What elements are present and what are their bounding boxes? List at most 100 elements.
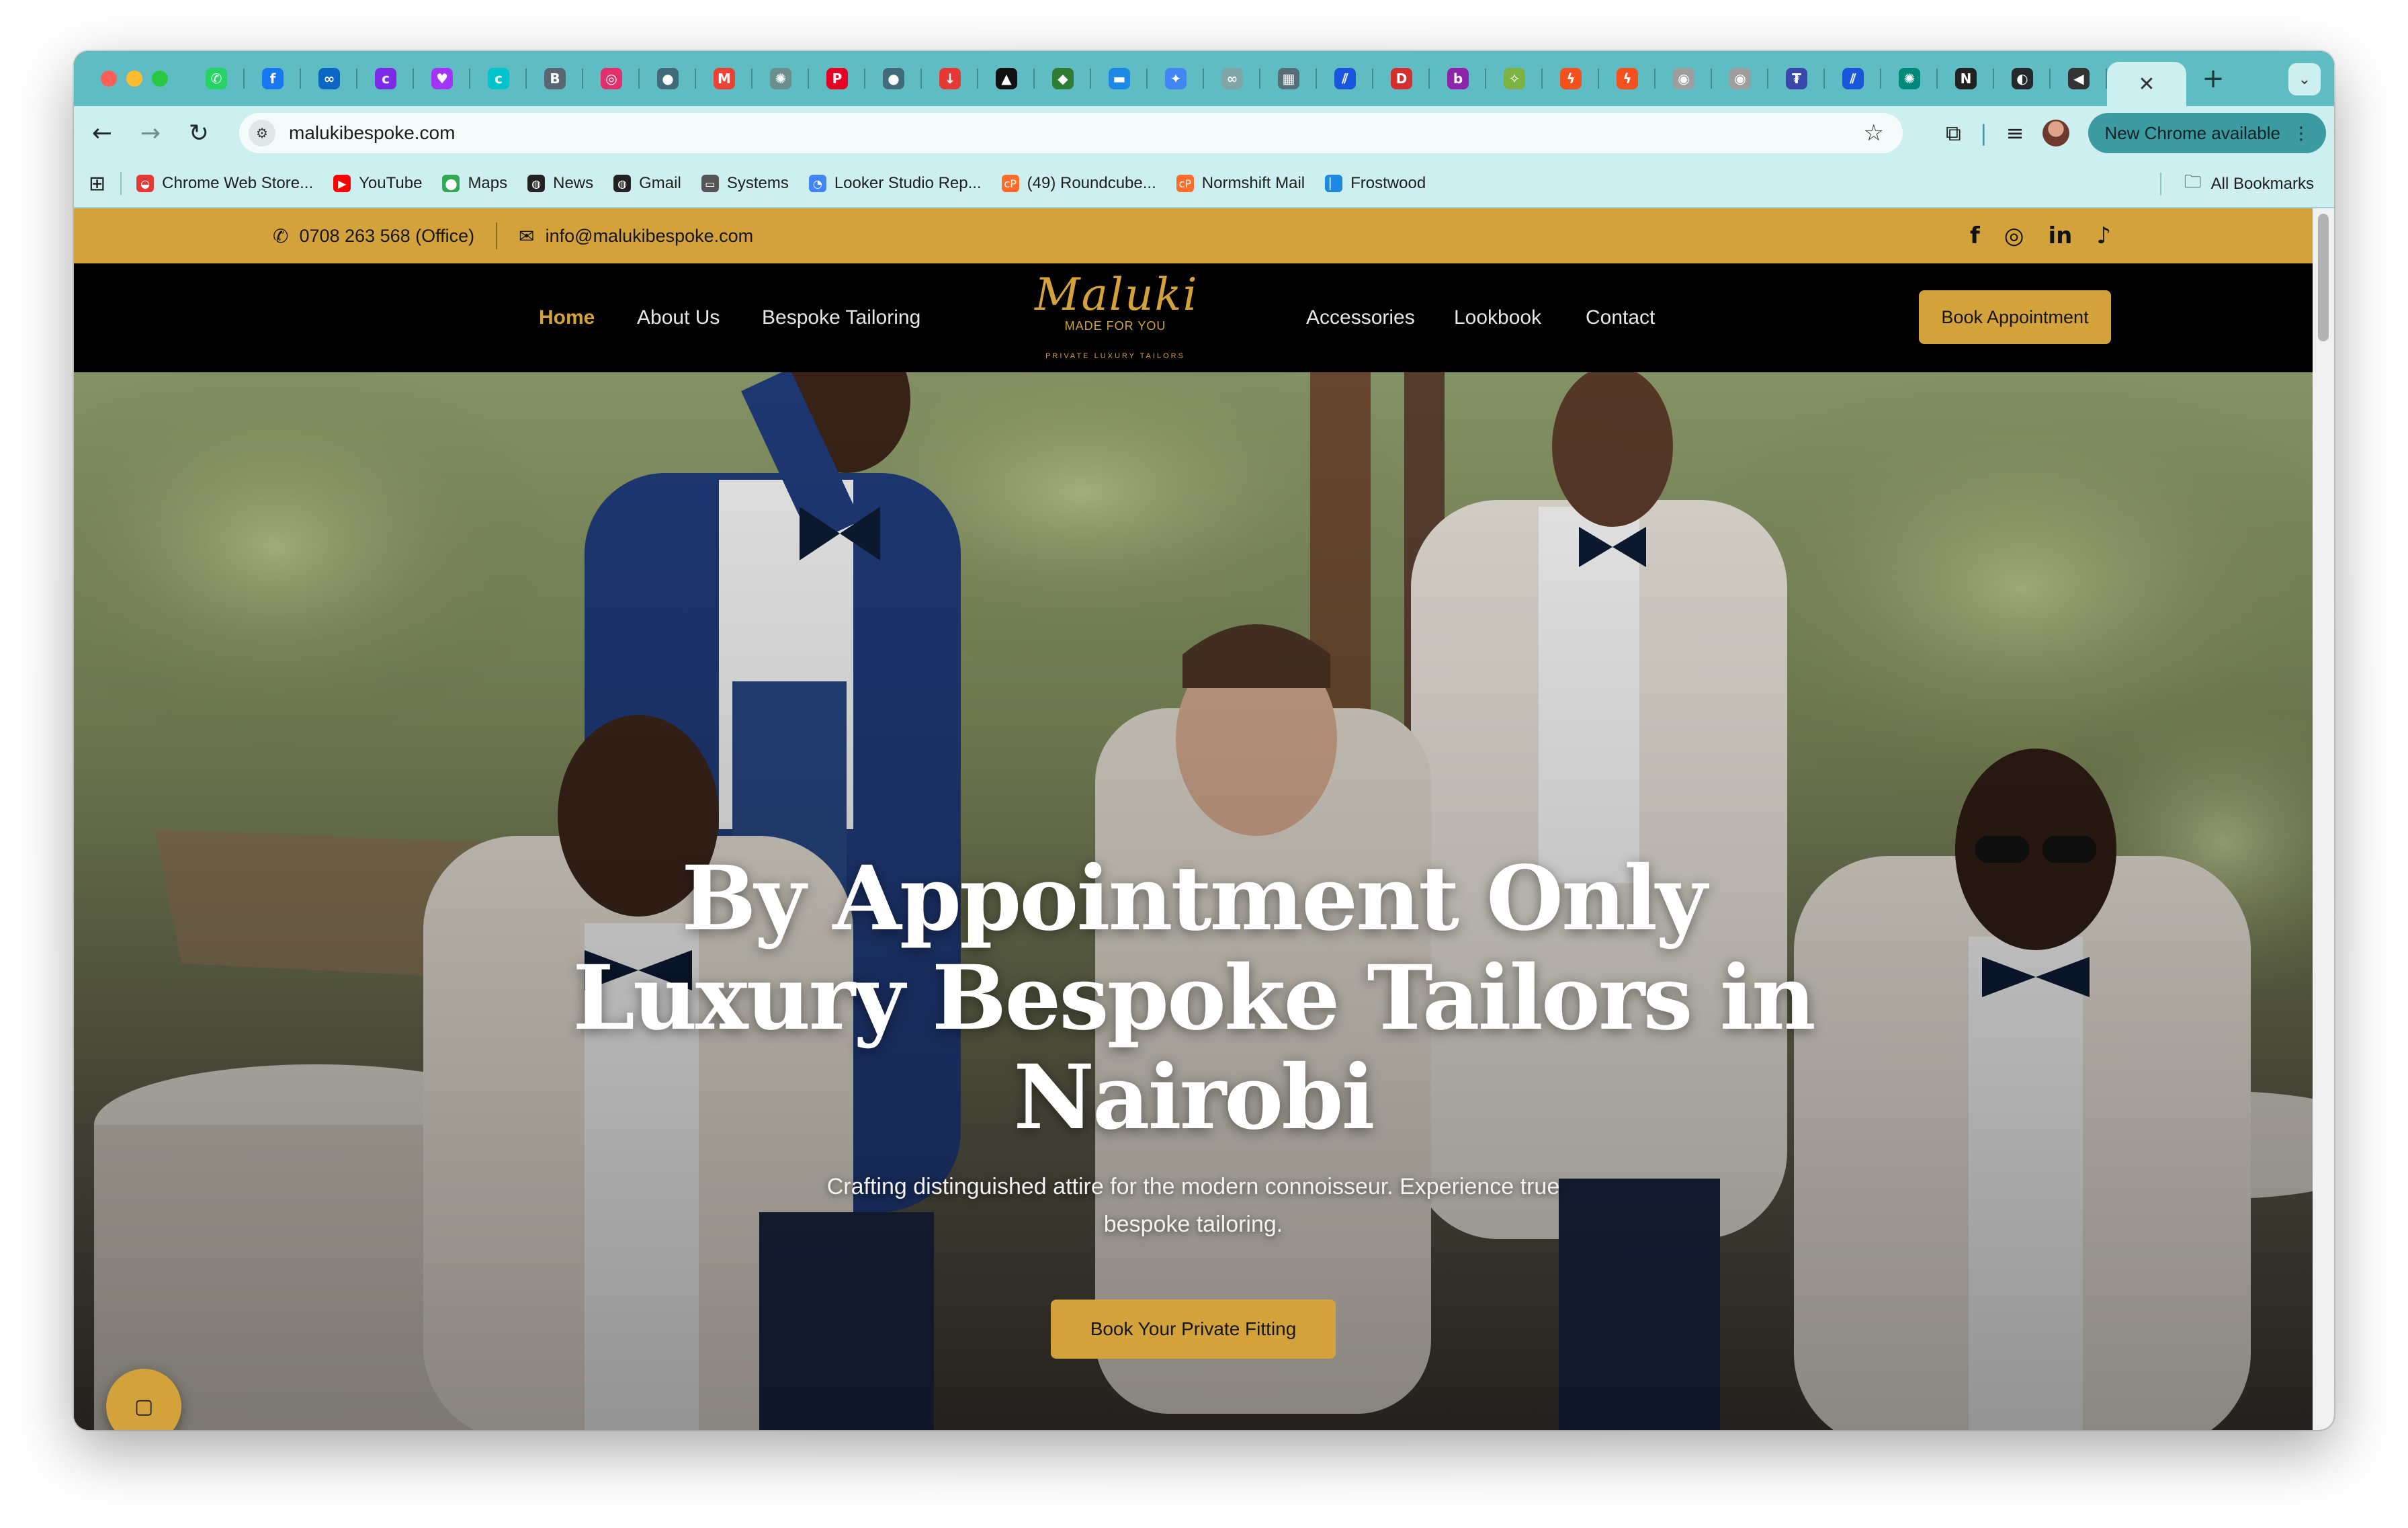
- browser-tab[interactable]: b: [1430, 51, 1486, 106]
- linkedin-icon[interactable]: in: [2048, 222, 2072, 249]
- browser-tab[interactable]: ϟ: [1543, 51, 1599, 106]
- bookmark-item[interactable]: ◒ Chrome Web Store...: [136, 174, 313, 193]
- close-window-button[interactable]: [101, 71, 117, 87]
- extensions-icon[interactable]: ⧉: [1946, 120, 1961, 146]
- maximize-window-button[interactable]: [152, 71, 168, 87]
- browser-tab[interactable]: ◐: [1994, 51, 2051, 106]
- nav-home[interactable]: Home: [539, 263, 595, 372]
- browser-tab[interactable]: N: [1938, 51, 1994, 106]
- back-button[interactable]: ←: [78, 120, 126, 147]
- all-bookmarks-button[interactable]: 🗀 All Bookmarks: [2159, 160, 2314, 208]
- phone-number[interactable]: 0708 263 568 (Office): [299, 226, 474, 247]
- instagram-icon[interactable]: ◎: [2004, 222, 2024, 249]
- tether-icon: ₮: [1786, 68, 1807, 89]
- toolbar-actions: ⧉ | ≡ New Chrome available ⋮: [1946, 113, 2326, 153]
- bookmark-item[interactable]: ◍ Gmail: [613, 174, 681, 193]
- browser-tab[interactable]: ₮: [1768, 51, 1825, 106]
- browser-tab[interactable]: f: [245, 51, 301, 106]
- email-address[interactable]: info@malukibespoke.com: [546, 226, 754, 247]
- apps-grid-icon[interactable]: ⊞: [89, 172, 105, 196]
- browser-tab[interactable]: ◉: [1656, 51, 1712, 106]
- browser-window: ✆ f ∞ c ♥ c B ◎ ● M ✺ P ● ↓ ▲ ◆ ▬ ✦ ∞ ▦ ⫽ Db ✧ ϟ ϟ ◉ ◉ ₮ ⫽ ✺ N ◐ ◀ ✕ + ⌄…: [74, 51, 2334, 1430]
- browser-tab[interactable]: M: [696, 51, 752, 106]
- nav-about-us[interactable]: About Us: [637, 263, 720, 372]
- chrome-update-button[interactable]: New Chrome available ⋮: [2088, 113, 2326, 153]
- browser-tab[interactable]: ◉: [1712, 51, 1768, 106]
- flag-icon: ▬: [1109, 68, 1130, 89]
- close-tab-icon[interactable]: ✕: [2138, 73, 2155, 96]
- browser-tab[interactable]: ▬: [1091, 51, 1148, 106]
- bookmark-item[interactable]: ⬤ Maps: [442, 174, 507, 193]
- bookmark-label: YouTube: [359, 174, 423, 192]
- bookmark-item[interactable]: ◍ News: [527, 174, 593, 193]
- browser-tab[interactable]: ⫽: [1317, 51, 1373, 106]
- window-controls: [101, 71, 168, 87]
- browser-tab[interactable]: ✧: [1486, 51, 1543, 106]
- bookmark-item[interactable]: ▶ YouTube: [333, 174, 422, 193]
- browser-tab[interactable]: c: [470, 51, 527, 106]
- reload-button[interactable]: ↻: [175, 120, 223, 147]
- browser-tab[interactable]: ϟ: [1599, 51, 1656, 106]
- browser-tab[interactable]: c: [357, 51, 414, 106]
- tab-search-button[interactable]: ⌄: [2288, 63, 2321, 95]
- browser-tab[interactable]: ↓: [922, 51, 978, 106]
- browser-tab[interactable]: ✆: [188, 51, 245, 106]
- nav-lookbook[interactable]: Lookbook: [1454, 263, 1541, 372]
- forward-button[interactable]: →: [126, 120, 175, 147]
- email-contact[interactable]: ✉ info@malukibespoke.com: [519, 225, 753, 247]
- tiktok-icon[interactable]: ♪: [2096, 222, 2111, 249]
- browser-tab[interactable]: ⫽: [1825, 51, 1881, 106]
- address-bar[interactable]: ⚙ malukibespoke.com ☆: [239, 113, 1903, 153]
- browser-tab[interactable]: ✺: [752, 51, 809, 106]
- book-fitting-button[interactable]: Book Your Private Fitting: [1051, 1300, 1336, 1359]
- browser-tab[interactable]: ✦: [1148, 51, 1204, 106]
- browser-tab[interactable]: ◎: [583, 51, 640, 106]
- browser-tab[interactable]: ◀: [2051, 51, 2107, 106]
- facebook-icon[interactable]: f: [1970, 222, 1980, 249]
- browser-tab[interactable]: ♥: [414, 51, 470, 106]
- phone-contact[interactable]: ✆ 0708 263 568 (Office): [273, 225, 474, 247]
- browser-tab[interactable]: ✺: [1881, 51, 1938, 106]
- logo-subtagline: PRIVATE LUXURY TAILORS: [1045, 352, 1185, 360]
- browser-tab[interactable]: ▲: [978, 51, 1035, 106]
- social-links: f ◎ in ♪: [1970, 208, 2111, 263]
- profile-avatar[interactable]: [2042, 120, 2070, 146]
- bookmark-item[interactable]: ▏ Frostwood: [1325, 174, 1426, 193]
- browser-tab[interactable]: ∞: [301, 51, 357, 106]
- all-bookmarks-label: All Bookmarks: [2210, 175, 2314, 193]
- gmail-icon: M: [714, 68, 735, 89]
- browser-tab[interactable]: D: [1373, 51, 1430, 106]
- bookmark-item[interactable]: cP Normshift Mail: [1176, 174, 1305, 193]
- browser-tab[interactable]: ●: [865, 51, 922, 106]
- nav-bespoke-tailoring[interactable]: Bespoke Tailoring: [762, 263, 920, 372]
- site-logo[interactable]: Maluki MADE FOR YOU PRIVATE LUXURY TAILO…: [1035, 269, 1197, 368]
- bookmark-star-icon[interactable]: ☆: [1864, 120, 1884, 146]
- nav-accessories[interactable]: Accessories: [1306, 263, 1415, 372]
- cpanel-icon: cP: [1176, 175, 1194, 192]
- bookmark-item[interactable]: ▭ Systems: [701, 174, 789, 193]
- browser-tab[interactable]: B: [527, 51, 583, 106]
- chat-icon: ●: [657, 68, 679, 89]
- page-scrollbar[interactable]: [2313, 208, 2334, 1430]
- browser-tab[interactable]: ●: [640, 51, 696, 106]
- browser-tab[interactable]: P: [809, 51, 865, 106]
- site-settings-icon[interactable]: ⚙: [249, 120, 275, 146]
- nav-contact[interactable]: Contact: [1586, 263, 1655, 372]
- link-icon: ∞: [1221, 68, 1243, 89]
- browser-tab[interactable]: ▦: [1260, 51, 1317, 106]
- book-appointment-button[interactable]: Book Appointment: [1919, 290, 2111, 344]
- active-tab[interactable]: ✕: [2107, 62, 2186, 106]
- github-icon: ◐: [2012, 68, 2033, 89]
- bookmark-item[interactable]: cP (49) Roundcube...: [1001, 174, 1156, 193]
- phone-icon: ✆: [273, 224, 289, 247]
- scrollbar-thumb[interactable]: [2318, 214, 2329, 341]
- new-tab-button[interactable]: +: [2186, 63, 2240, 94]
- url-text[interactable]: malukibespoke.com: [289, 122, 455, 144]
- doc-icon: D: [1391, 68, 1412, 89]
- minimize-window-button[interactable]: [126, 71, 142, 87]
- more-menu-icon[interactable]: ⋮: [2292, 123, 2310, 144]
- browser-tab[interactable]: ◆: [1035, 51, 1091, 106]
- bookmark-item[interactable]: ◔ Looker Studio Rep...: [808, 174, 982, 193]
- browser-tab[interactable]: ∞: [1204, 51, 1260, 106]
- media-controls-icon[interactable]: ≡: [2006, 120, 2024, 146]
